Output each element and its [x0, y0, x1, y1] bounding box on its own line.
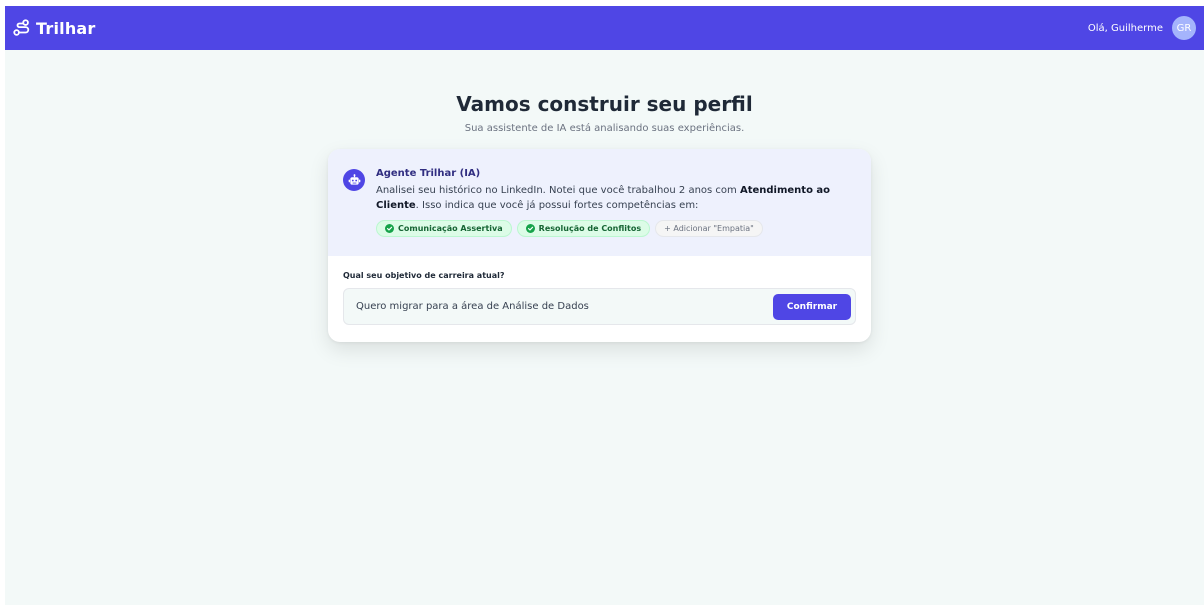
- user-greeting: Olá, Guilherme: [1087, 22, 1163, 34]
- add-skill-chip[interactable]: + Adicionar "Empatia": [655, 220, 763, 237]
- skill-chip[interactable]: Resolução de Conflitos: [516, 220, 651, 237]
- robot-icon: [343, 169, 365, 191]
- profile-card: Agente Trilhar (IA) Analisei seu históri…: [328, 149, 871, 342]
- agent-text: Analisei seu histórico no LinkedIn. Note…: [376, 183, 848, 213]
- route-icon: [13, 19, 30, 36]
- career-goal-question: Qual seu objetivo de carreira atual?: [343, 271, 505, 280]
- navbar: Trilhar Olá, Guilherme GR: [5, 6, 1204, 50]
- page-title: Vamos construir seu perfil: [456, 92, 753, 116]
- confirm-button[interactable]: Confirmar: [773, 293, 851, 320]
- skill-chip[interactable]: Comunicação Assertiva: [376, 220, 512, 237]
- skill-chip-label: Comunicação Assertiva: [398, 224, 503, 233]
- avatar[interactable]: GR: [1172, 16, 1196, 40]
- agent-text-part2: . Isso indica que você já possui fortes …: [415, 200, 699, 211]
- page-header: Vamos construir seu perfil Sua assistent…: [5, 92, 1204, 134]
- agent-body: Agente Trilhar (IA) Analisei seu históri…: [376, 167, 856, 256]
- check-circle-icon: [525, 224, 535, 233]
- agent-text-part1: Analisei seu histórico no LinkedIn. Note…: [376, 185, 740, 196]
- brand-logo[interactable]: Trilhar: [13, 19, 96, 38]
- career-goal-form: Qual seu objetivo de carreira atual? Con…: [328, 256, 871, 325]
- skill-chip-label: Resolução de Conflitos: [538, 224, 642, 233]
- user-menu[interactable]: Olá, Guilherme GR: [1088, 16, 1196, 40]
- page-subtitle: Sua assistente de IA está analisando sua…: [464, 123, 745, 134]
- career-goal-field: Confirmar: [343, 288, 856, 325]
- career-goal-input[interactable]: [356, 301, 736, 312]
- skill-chips: Comunicação Assertiva Resolução de Confl…: [376, 220, 856, 237]
- agent-name: Agente Trilhar (IA): [376, 168, 481, 179]
- brand-name: Trilhar: [36, 18, 96, 38]
- check-circle-icon: [385, 224, 394, 233]
- agent-message: Agente Trilhar (IA) Analisei seu históri…: [328, 149, 871, 256]
